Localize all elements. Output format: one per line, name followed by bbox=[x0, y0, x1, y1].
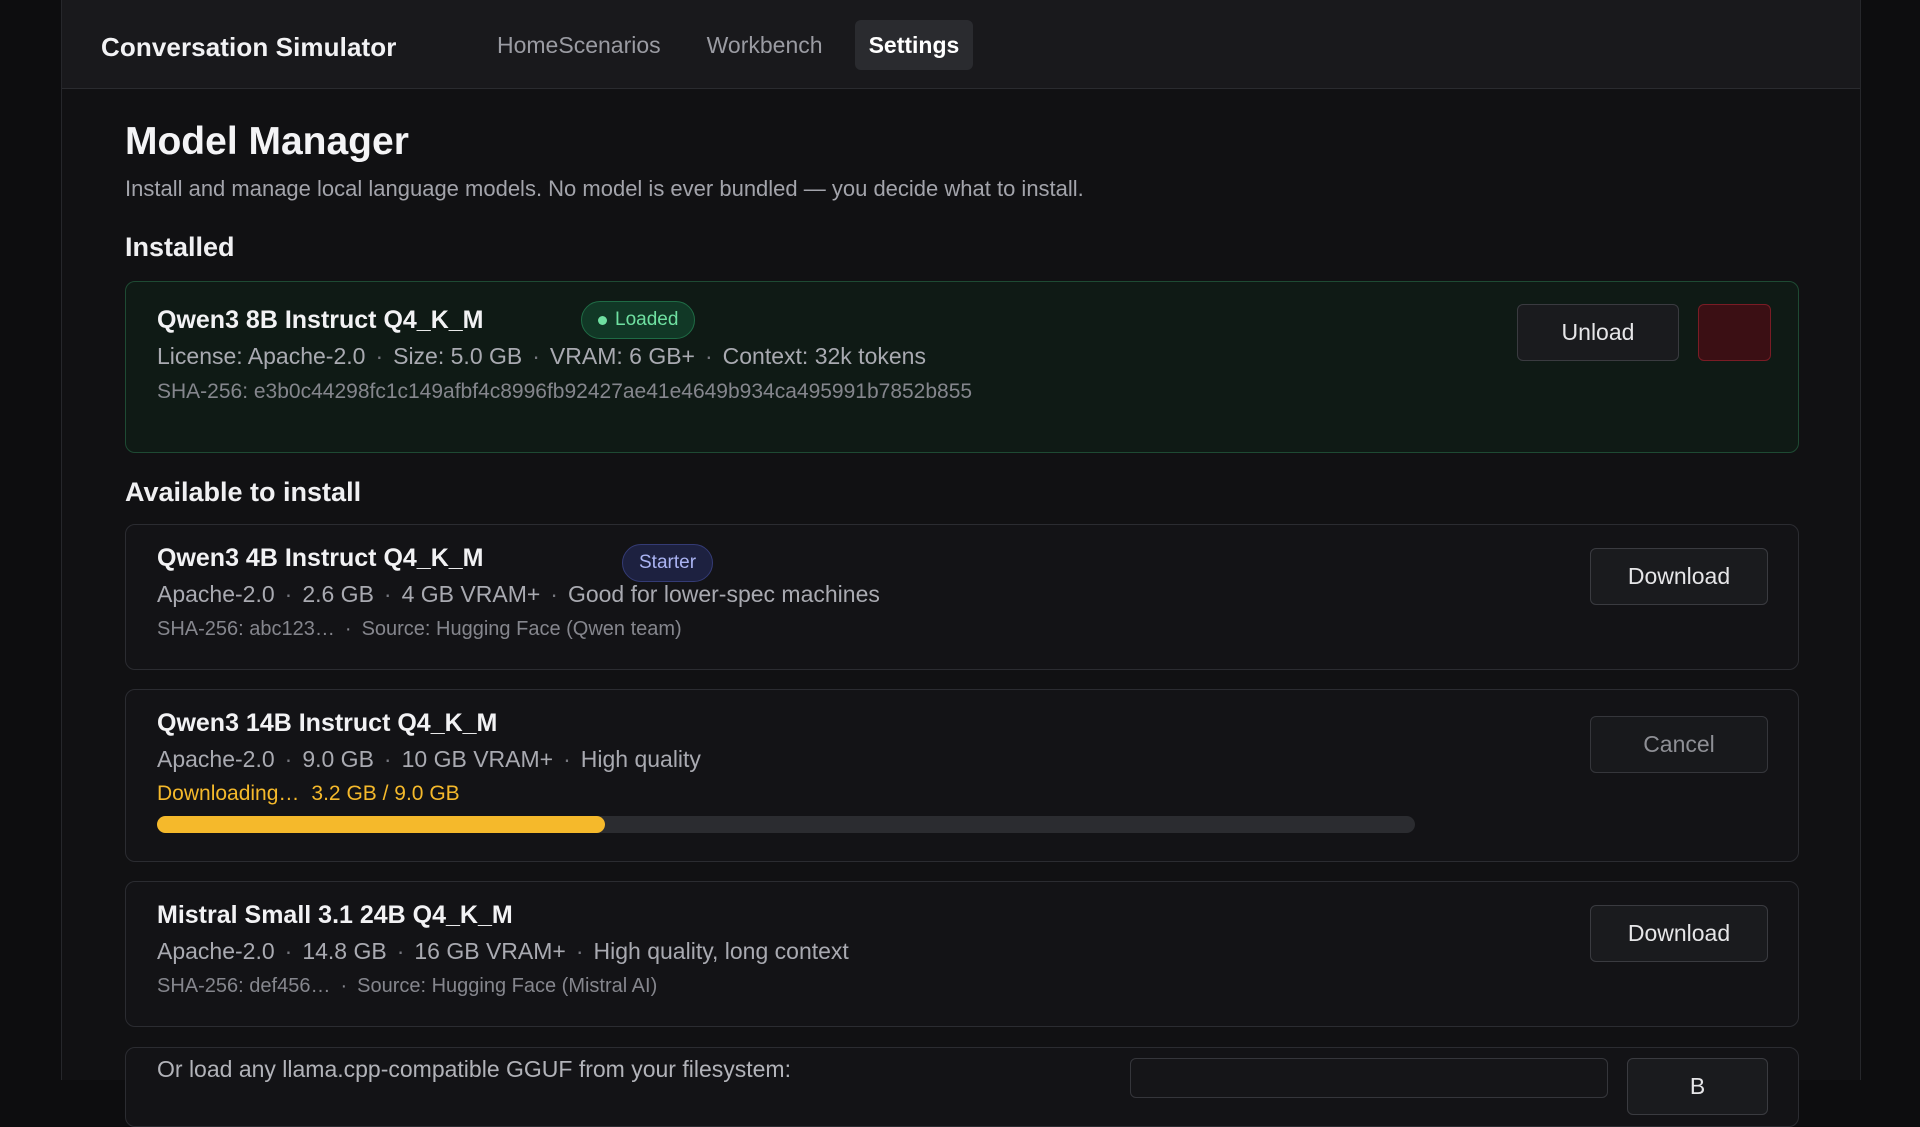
model-meta: Apache-2.0 · 9.0 GB · 10 GB VRAM+ · High quali… bbox=[157, 746, 701, 773]
separator-dot: · bbox=[383, 581, 392, 607]
loaded-badge: Loaded bbox=[581, 301, 696, 339]
model-context: Context: 32k tokens bbox=[722, 343, 926, 369]
model-name: Mistral Small 3.1 24B Q4_K_M bbox=[157, 901, 513, 929]
separator-dot: · bbox=[375, 343, 384, 369]
model-sha-source: SHA-256: abc123… · Source: Hugging Face (Q… bbox=[157, 618, 682, 641]
page-subtitle: Install and manage local language models… bbox=[125, 176, 1084, 201]
model-sha: SHA-256: def456… bbox=[157, 975, 331, 997]
installed-heading: Installed bbox=[125, 232, 235, 262]
model-sha-source: SHA-256: def456… · Source: Hugging Face (M… bbox=[157, 975, 657, 998]
available-heading: Available to install bbox=[125, 477, 362, 507]
app-title: Conversation Simulator bbox=[101, 32, 397, 62]
nav-scenarios[interactable]: Scenarios bbox=[558, 20, 660, 70]
model-size: Size: 5.0 GB bbox=[393, 343, 523, 369]
downloading-model-card: Qwen3 14B Instruct Q4_K_M Apache-2.0 · 9.0… bbox=[125, 689, 1799, 862]
model-meta: License: Apache-2.0 · Size: 5.0 GB · VRAM: 6… bbox=[157, 343, 926, 370]
status-dot-icon bbox=[598, 315, 607, 325]
model-vram: 10 GB VRAM+ bbox=[401, 746, 554, 772]
download-button[interactable]: Download bbox=[1590, 548, 1768, 605]
nav-workbench[interactable]: Workbench bbox=[707, 20, 823, 70]
main-nav: Home Scenarios Workbench Settings bbox=[481, 20, 974, 70]
model-sha: SHA-256: e3b0c44298fc1c149afbf4c8996fb92… bbox=[157, 380, 973, 403]
model-vram: VRAM: 6 GB+ bbox=[549, 343, 695, 369]
top-navigation-bar: Conversation Simulator Home Scenarios Wo… bbox=[62, 0, 1860, 89]
model-license: Apache-2.0 bbox=[157, 938, 275, 964]
download-status: Downloading… 3.2 GB / 9.0 GB bbox=[157, 782, 460, 806]
model-sha: SHA-256: abc123… bbox=[157, 618, 335, 640]
separator-dot: · bbox=[284, 746, 293, 772]
download-amount: 3.2 GB / 9.0 GB bbox=[311, 782, 460, 805]
loaded-badge-label: Loaded bbox=[615, 309, 679, 330]
model-meta: Apache-2.0 · 14.8 GB · 16 GB VRAM+ · High qual… bbox=[157, 938, 849, 965]
model-license: Apache-2.0 bbox=[157, 746, 275, 772]
download-progress-fill bbox=[157, 816, 605, 833]
separator-dot: · bbox=[532, 343, 540, 369]
download-progress-bar bbox=[157, 816, 1415, 833]
available-model-card: Mistral Small 3.1 24B Q4_K_M Apache-2.0 ·… bbox=[125, 881, 1799, 1027]
model-source: Source: Hugging Face (Mistral AI) bbox=[357, 975, 658, 997]
main-content: Model Manager Install and manage local l… bbox=[125, 120, 1799, 1127]
download-status-label: Downloading… bbox=[157, 782, 300, 805]
separator-dot: · bbox=[396, 938, 405, 964]
app-window: Conversation Simulator Home Scenarios Wo… bbox=[61, 0, 1861, 1127]
cancel-download-button[interactable]: Cancel bbox=[1590, 716, 1768, 773]
separator-dot: · bbox=[340, 975, 348, 997]
unload-button[interactable]: Unload bbox=[1517, 304, 1679, 361]
model-name: Qwen3 4B Instruct Q4_K_M bbox=[157, 544, 484, 572]
model-size: 14.8 GB bbox=[302, 938, 387, 964]
separator-dot: · bbox=[563, 746, 571, 772]
separator-dot: · bbox=[344, 618, 352, 640]
separator-dot: · bbox=[550, 581, 558, 607]
starter-badge: Starter bbox=[622, 544, 714, 582]
gguf-instructions: Or load any llama.cpp-compatible GGUF fr… bbox=[157, 1056, 791, 1082]
separator-dot: · bbox=[284, 581, 293, 607]
model-license: Apache-2.0 bbox=[157, 581, 275, 607]
model-note: High quality, long context bbox=[593, 938, 849, 964]
page-title: Model Manager bbox=[125, 120, 409, 163]
model-vram: 4 GB VRAM+ bbox=[401, 581, 541, 607]
browse-button[interactable]: B bbox=[1627, 1058, 1768, 1115]
model-name: Qwen3 8B Instruct Q4_K_M bbox=[157, 306, 484, 334]
model-note: Good for lower-spec machines bbox=[567, 581, 880, 607]
installed-model-card: Qwen3 8B Instruct Q4_K_M Loaded License:… bbox=[125, 281, 1799, 453]
gguf-path-input[interactable] bbox=[1130, 1058, 1608, 1098]
nav-settings[interactable]: Settings bbox=[854, 20, 974, 70]
separator-dot: · bbox=[575, 938, 584, 964]
model-license: License: Apache-2.0 bbox=[157, 343, 366, 369]
model-note: High quality bbox=[580, 746, 701, 772]
separator-dot: · bbox=[284, 938, 293, 964]
gguf-loader-card: Or load any llama.cpp-compatible GGUF fr… bbox=[125, 1047, 1799, 1127]
available-model-card: Qwen3 4B Instruct Q4_K_M Starter Apache-… bbox=[125, 524, 1799, 670]
model-size: 2.6 GB bbox=[302, 581, 374, 607]
model-name: Qwen3 14B Instruct Q4_K_M bbox=[157, 709, 498, 737]
download-button[interactable]: Download bbox=[1590, 905, 1768, 962]
delete-button[interactable] bbox=[1698, 304, 1771, 361]
separator-dot: · bbox=[383, 746, 392, 772]
nav-home[interactable]: Home bbox=[497, 20, 558, 70]
model-meta: Apache-2.0 · 2.6 GB · 4 GB VRAM+ · Good for lo… bbox=[157, 581, 880, 608]
model-size: 9.0 GB bbox=[302, 746, 374, 772]
separator-dot: · bbox=[704, 343, 713, 369]
model-vram: 16 GB VRAM+ bbox=[414, 938, 566, 964]
model-source: Source: Hugging Face (Qwen team) bbox=[361, 618, 682, 640]
